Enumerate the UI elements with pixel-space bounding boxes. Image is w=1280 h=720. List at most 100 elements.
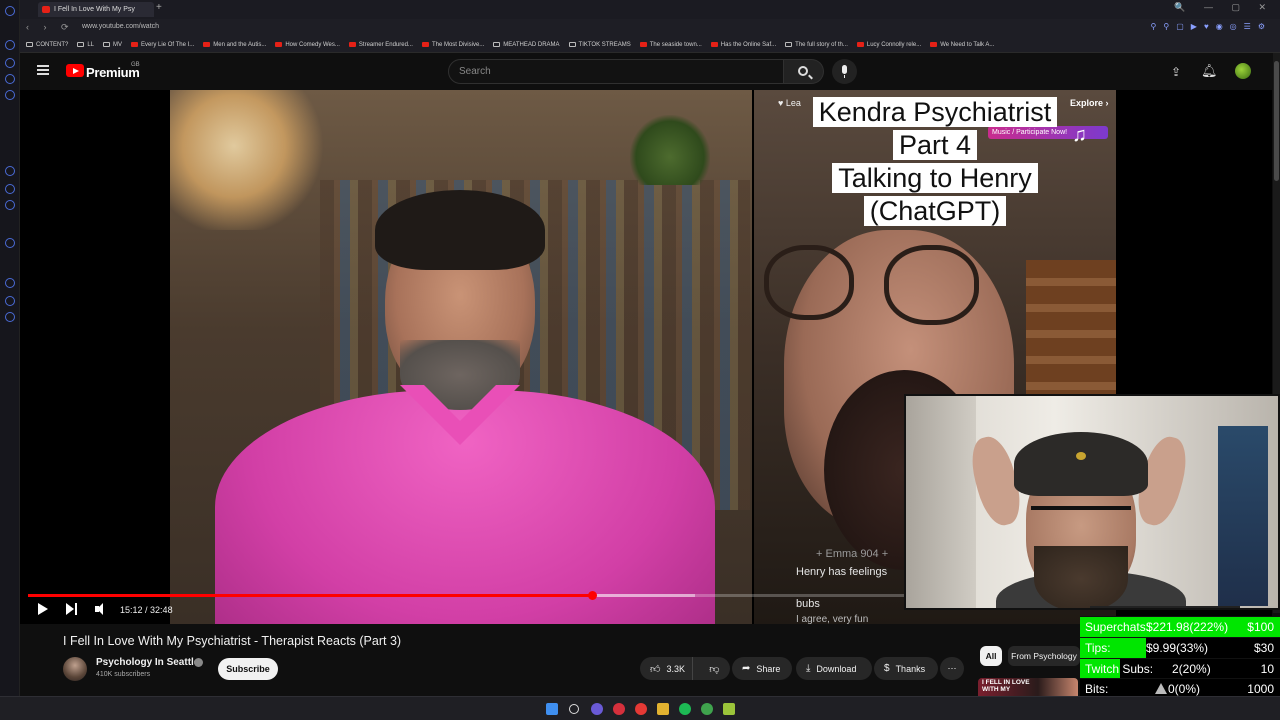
bookmark-item[interactable]: The seaside town... [639, 42, 702, 48]
bookmark-item[interactable]: Lucy Connolly rele... [856, 42, 921, 48]
video-title: I Fell In Love With My Psychiatrist - Th… [63, 634, 402, 648]
goal-target: $30 [1253, 640, 1274, 655]
thumbs-up-icon: 👍︎ [650, 663, 661, 675]
search-button[interactable] [784, 59, 824, 84]
bookmark-item[interactable]: The full story of th... [785, 42, 848, 48]
bookmark-item[interactable]: We Need to Talk A... [930, 42, 994, 48]
bookmark-label: Streamer Endured... [358, 41, 413, 48]
bookmark-item[interactable]: TIKTOK STREAMS [568, 41, 631, 48]
goal-row: Twitch Subs: 2(20%) 10 [1080, 657, 1280, 679]
progress-scrubber[interactable] [588, 591, 598, 600]
thanks-icon: $ [884, 663, 890, 674]
voice-search-icon[interactable] [832, 59, 857, 84]
menu-icon[interactable] [37, 65, 49, 75]
window-controls[interactable]: 🔍 — ▢ ✕ [1174, 2, 1274, 13]
folder-icon [568, 42, 576, 47]
sidebar-app-icon[interactable] [5, 312, 15, 322]
youtube-logo-icon[interactable] [66, 64, 84, 77]
sidebar-app-icon[interactable] [5, 40, 15, 50]
next-video-icon[interactable] [66, 603, 78, 615]
opera-logo-icon[interactable] [5, 6, 15, 16]
goal-label: Tips: [1085, 640, 1111, 655]
bookmark-item[interactable]: How Comedy Wes... [275, 42, 340, 48]
bookmark-item[interactable]: LL [77, 42, 94, 48]
tiktok-comment: Henry has feelings [796, 566, 888, 578]
bookmark-label: LL [87, 41, 95, 48]
channel-name[interactable]: Psychology In Seattle [96, 657, 199, 668]
youtube-favicon-icon [131, 42, 139, 47]
upload-icon[interactable]: ⇪ [1171, 65, 1181, 79]
taskbar-search-icon[interactable] [569, 704, 579, 714]
channel-avatar[interactable] [63, 657, 87, 681]
bookmark-label: CONTENT? [36, 41, 69, 48]
chip-all[interactable]: All [980, 646, 1002, 666]
overlay-title-line: Talking to Henry [832, 163, 1038, 193]
dislike-button[interactable]: 👎︎ [699, 657, 730, 680]
download-button[interactable]: ⤓ Download [796, 657, 872, 680]
bookmark-item[interactable]: Every Lie Of The I... [131, 42, 194, 48]
sidebar-app-icon[interactable] [5, 74, 15, 84]
goal-target: 1000 [1247, 682, 1274, 697]
bookmarks-bar: CONTENT? LL MV Every Lie Of The I... Men and… [20, 37, 1280, 53]
new-tab-button[interactable]: + [156, 2, 162, 13]
sidebar-app-icon[interactable] [5, 200, 15, 210]
video-overlay-title: Kendra Psychiatrist Part 4 Talking to Henr… [810, 96, 1060, 228]
file-explorer-icon[interactable] [657, 703, 669, 715]
subscribe-button[interactable]: Subscribe [218, 658, 278, 680]
sidebar-app-icon[interactable] [5, 296, 15, 306]
account-avatar[interactable] [1235, 63, 1251, 79]
sidebar-app-icon[interactable] [5, 58, 15, 68]
download-icon: ⤓ [806, 663, 811, 674]
thumbs-down-icon: 👎︎ [709, 663, 720, 675]
nav-buttons[interactable]: ‹ › ⟳ [26, 22, 75, 33]
folder-icon [785, 42, 793, 47]
youtube-favicon-icon [348, 42, 356, 47]
like-button[interactable]: 👍︎ 3.3K [640, 657, 693, 680]
url-field[interactable]: www.youtube.com/watch [82, 23, 159, 30]
opera-browser-icon[interactable] [613, 703, 625, 715]
taskbar-app-icon[interactable] [723, 703, 735, 715]
bookmark-item[interactable]: Streamer Endured... [348, 41, 413, 48]
overlay-title-line: Part 4 [892, 130, 978, 160]
windows-start-icon[interactable] [546, 703, 558, 715]
extension-icons[interactable]: ⚲⚲▢▶♥◉◎☰⚙ [1151, 22, 1272, 31]
bookmark-item[interactable]: MEATHEAD DRAMA [493, 42, 560, 48]
scrollbar-thumb[interactable] [1274, 61, 1279, 181]
bookmark-item[interactable]: MV [103, 42, 122, 48]
bookmark-item[interactable]: The Most Divisive... [421, 42, 484, 48]
sidebar-app-icon[interactable] [5, 278, 15, 288]
bits-icon [1155, 683, 1167, 695]
more-actions-button[interactable]: ⋯ [940, 657, 964, 680]
youtube-favicon-icon [710, 42, 718, 47]
search-input[interactable] [449, 60, 783, 83]
sidebar-app-icon[interactable] [5, 238, 15, 248]
sidebar-app-icon[interactable] [5, 166, 15, 176]
thanks-button[interactable]: $ Thanks [874, 657, 938, 680]
bookmark-item[interactable]: Has the Online Saf... [710, 42, 776, 48]
taskbar-app-icon[interactable] [635, 703, 647, 715]
overlay-title-line: (ChatGPT) [863, 196, 1007, 226]
taskbar-app-icon[interactable] [591, 703, 603, 715]
share-button[interactable]: ➦ Share [732, 657, 792, 680]
goal-label: Bits: [1085, 682, 1109, 697]
screen: I Fell In Love With My Psy + 🔍 — ▢ ✕ ‹ ›… [0, 0, 1280, 720]
bookmark-item[interactable]: CONTENT? [26, 42, 68, 48]
goal-label: Twitch Subs: [1085, 661, 1154, 676]
bookmark-label: The full story of th... [795, 41, 848, 48]
browser-sidebar [0, 0, 20, 700]
subscriber-count: 410K subscribers [96, 671, 151, 678]
bookmark-item[interactable]: Men and the Autis... [203, 42, 266, 48]
bookmark-label: MV [113, 41, 123, 48]
spotify-icon[interactable] [679, 703, 691, 715]
xbox-icon[interactable] [701, 703, 713, 715]
youtube-favicon-icon [639, 42, 647, 47]
sidebar-app-icon[interactable] [5, 90, 15, 100]
youtube-header: Premium GB ⇪ 🔔︎ [20, 53, 1272, 90]
chip-from-channel[interactable]: From Psychology [1008, 646, 1080, 666]
play-icon[interactable] [38, 603, 48, 615]
notifications-bell-icon[interactable]: 🔔︎ [1201, 63, 1218, 79]
sidebar-app-icon[interactable] [5, 184, 15, 194]
bookmark-label: TIKTOK STREAMS [578, 41, 631, 48]
browser-tab-active[interactable]: I Fell In Love With My Psy [38, 2, 154, 17]
volume-icon[interactable] [95, 603, 109, 615]
